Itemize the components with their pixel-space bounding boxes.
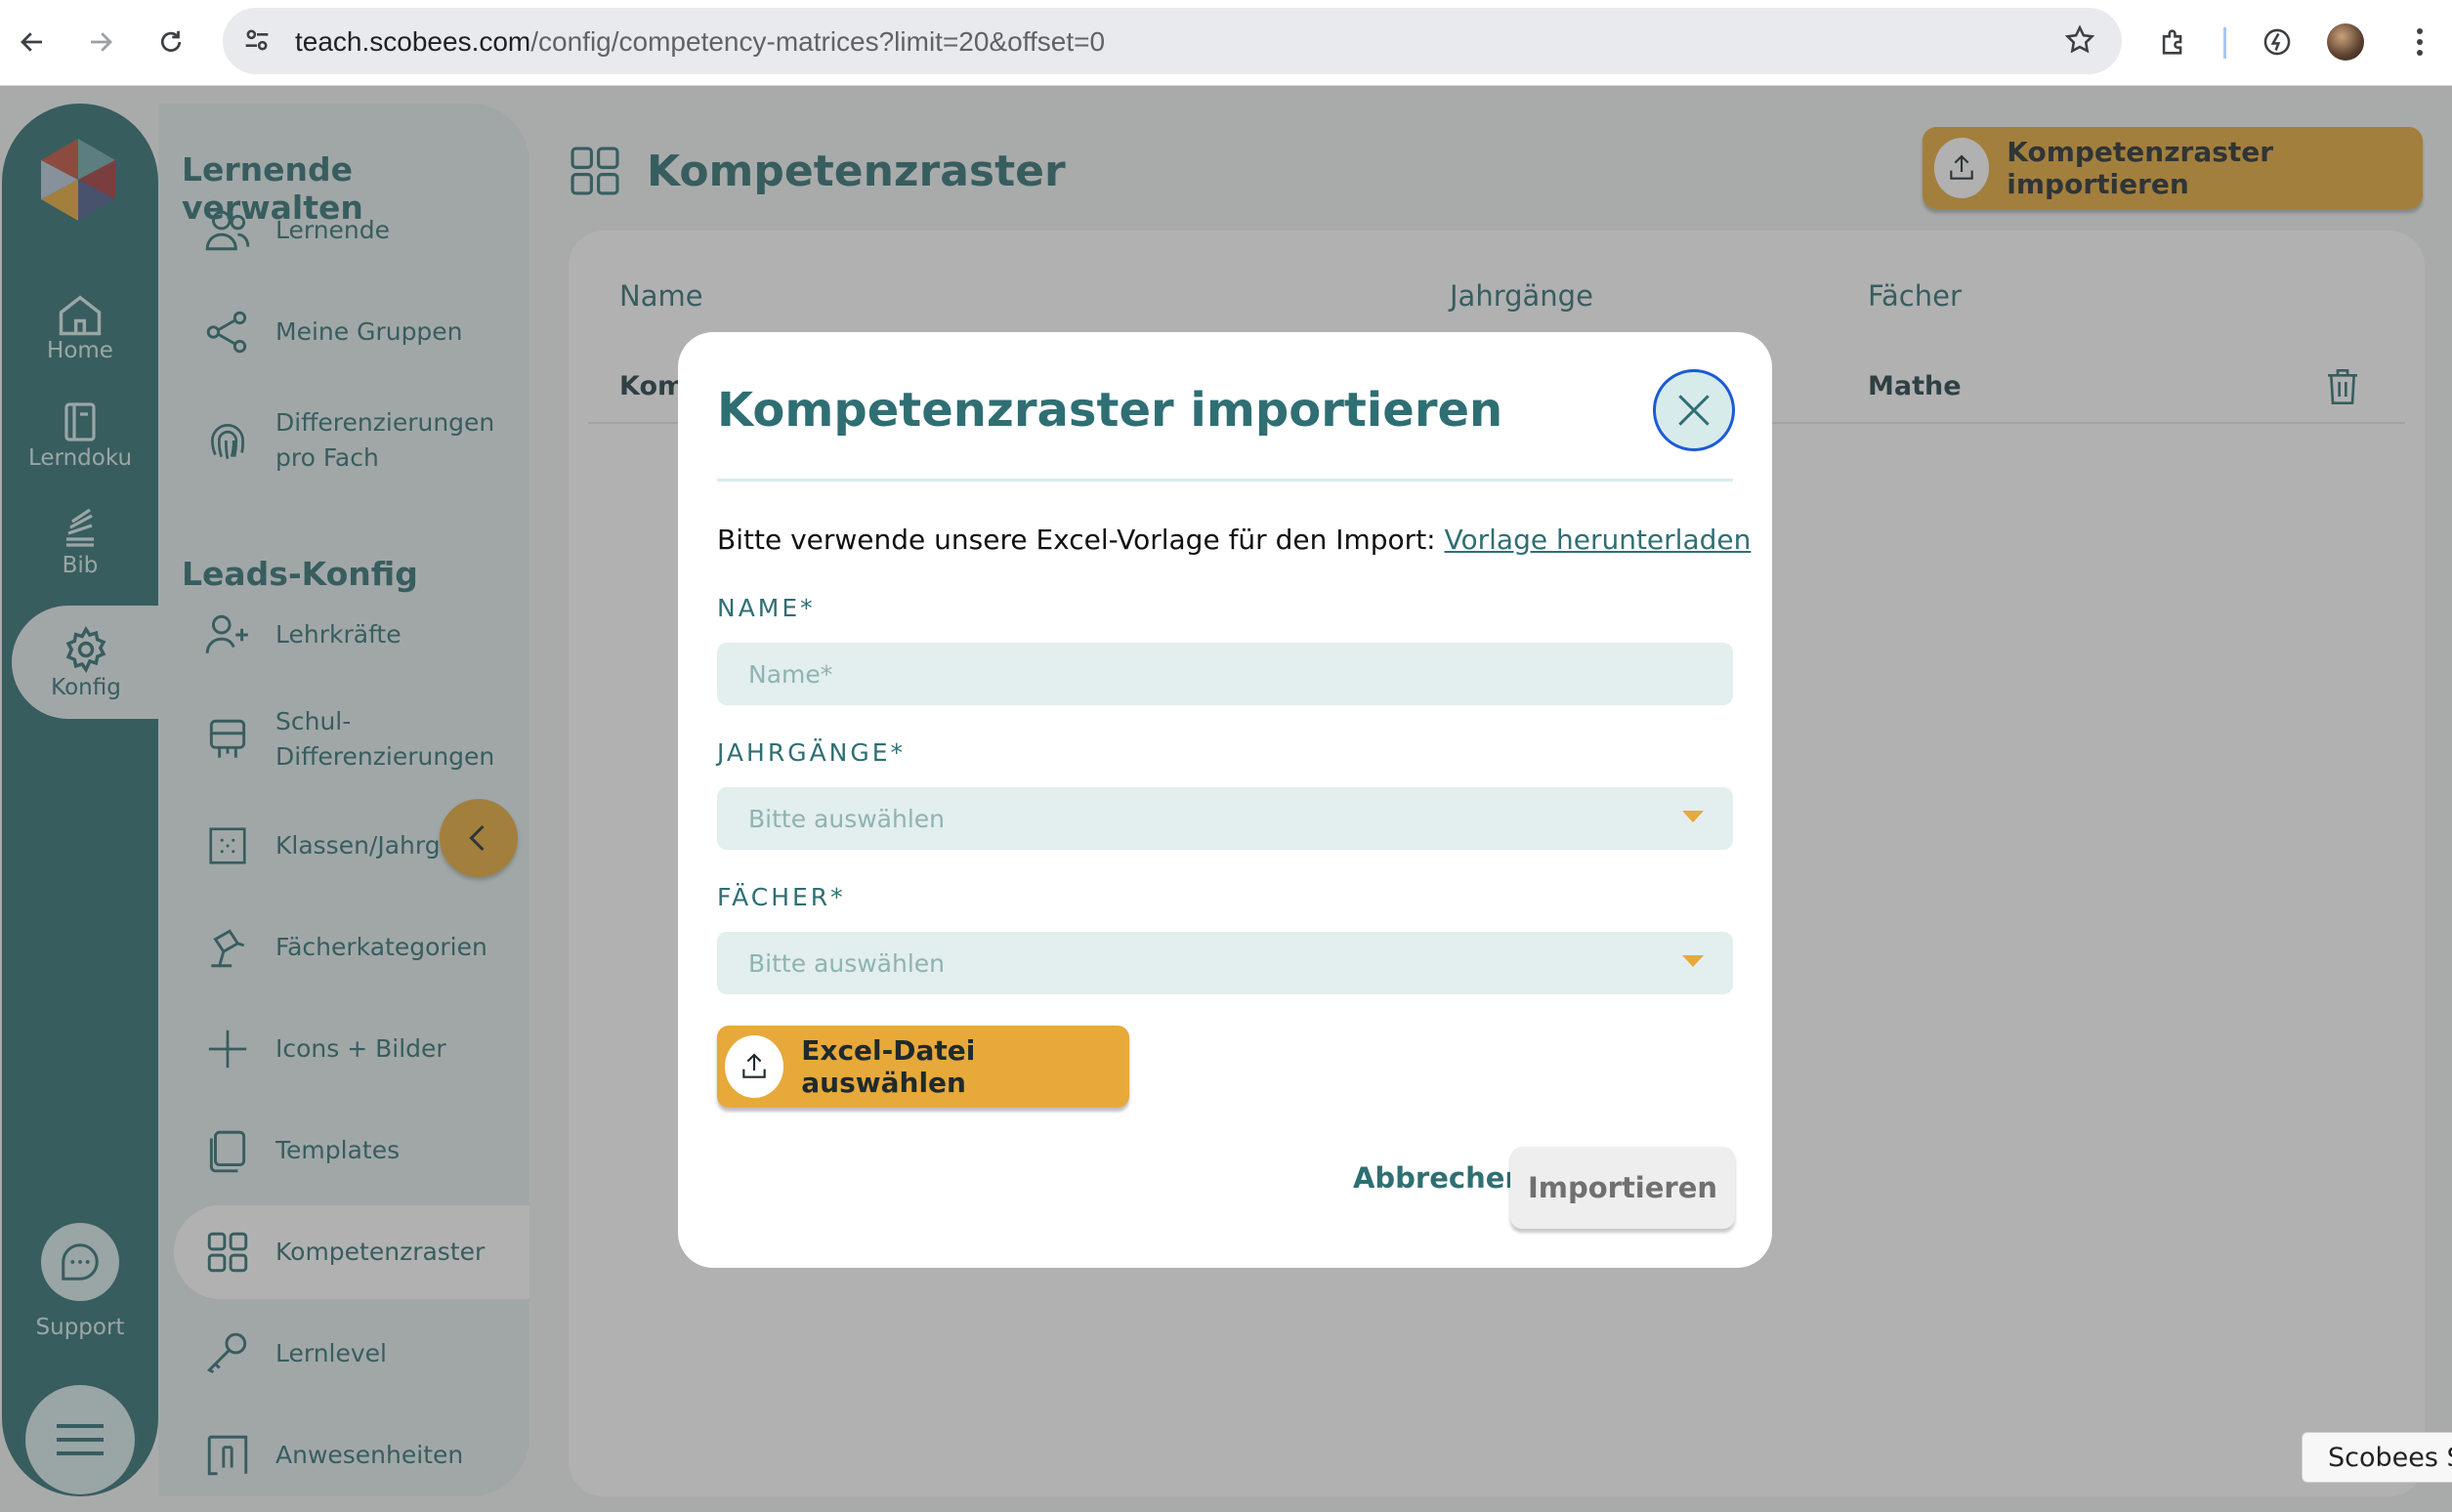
- chrome-menu-icon[interactable]: [2399, 21, 2440, 63]
- import-button[interactable]: Importieren: [1510, 1147, 1735, 1229]
- name-label: NAME*: [717, 594, 816, 622]
- tooltip: Scobees S: [2302, 1432, 2452, 1483]
- close-dialog-button[interactable]: [1653, 369, 1735, 451]
- template-hint: Bitte verwende unsere Excel-Vorlage für …: [717, 524, 1752, 556]
- name-placeholder: Name*: [748, 660, 833, 689]
- upload-icon: [725, 1035, 784, 1098]
- browser-toolbar: teach.scobees.com/config/competency-matr…: [0, 0, 2452, 86]
- back-button[interactable]: [12, 21, 53, 63]
- dialog-title: Kompetenzraster importieren: [717, 383, 1503, 438]
- back-arrow-icon: [21, 32, 42, 52]
- profile-avatar[interactable]: [2325, 21, 2366, 63]
- close-icon: [1678, 395, 1710, 426]
- forward-button[interactable]: [80, 21, 121, 63]
- import-dialog: Kompetenzraster importieren Bitte verwen…: [678, 332, 1772, 1268]
- chevron-down-icon: [1682, 811, 1704, 822]
- grades-select[interactable]: Bitte auswählen: [717, 787, 1733, 850]
- select-excel-file-button[interactable]: Excel-Datei auswählen: [717, 1026, 1129, 1108]
- dialog-divider: [717, 479, 1733, 482]
- grades-placeholder: Bitte auswählen: [748, 805, 946, 833]
- bookmark-star-icon[interactable]: [2063, 23, 2096, 61]
- name-input[interactable]: Name*: [717, 643, 1733, 705]
- reload-button[interactable]: [150, 21, 191, 63]
- url-text: teach.scobees.com/config/competency-matr…: [295, 26, 1106, 57]
- subjects-placeholder: Bitte auswählen: [748, 949, 946, 978]
- reload-icon: [160, 30, 182, 52]
- toolbar-divider: [2223, 27, 2226, 59]
- subjects-label: FÄCHER*: [717, 883, 846, 911]
- site-settings-icon[interactable]: [240, 23, 275, 59]
- forward-arrow-icon: [91, 32, 112, 52]
- subjects-select[interactable]: Bitte auswählen: [717, 932, 1733, 994]
- extensions-icon[interactable]: [2153, 21, 2194, 63]
- download-template-link[interactable]: Vorlage herunterladen: [1445, 524, 1752, 556]
- address-bar[interactable]: teach.scobees.com/config/competency-matr…: [223, 8, 2122, 74]
- performance-icon[interactable]: [2257, 21, 2298, 63]
- grades-label: JAHRGÄNGE*: [717, 738, 907, 767]
- chevron-down-icon: [1682, 955, 1704, 967]
